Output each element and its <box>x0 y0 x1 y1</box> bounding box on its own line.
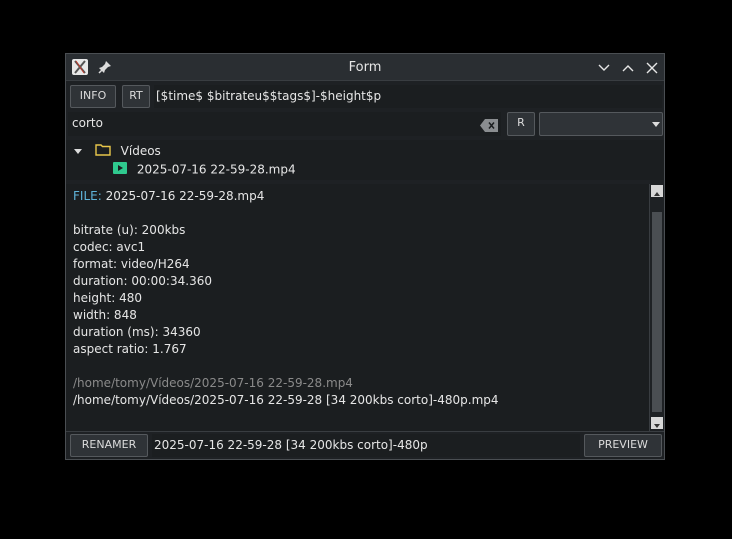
clear-search-icon[interactable] <box>480 117 498 132</box>
info-line-format: format: video/H264 <box>73 257 190 271</box>
info-line-width: width: 848 <box>73 308 137 322</box>
file-label: 2025-07-16 22-59-28.mp4 <box>136 162 296 177</box>
tree-item-file[interactable]: 2025-07-16 22-59-28.mp4 <box>113 162 296 177</box>
scroll-up-icon[interactable] <box>651 185 663 197</box>
info-panel[interactable]: FILE: 2025-07-16 22-59-28.mp4 bitrate (u… <box>66 184 649 431</box>
old-path: /home/tomy/Vídeos/2025-07-16 22-59-28.mp… <box>73 376 353 390</box>
video-file-icon <box>113 162 127 177</box>
splitter-handle[interactable] <box>357 180 377 195</box>
info-button[interactable]: INFO <box>70 85 116 108</box>
new-name-input[interactable]: 2025-07-16 22-59-28 [34 200kbs corto]-48… <box>152 434 580 457</box>
scroll-thumb[interactable] <box>652 212 662 412</box>
filter-dropdown[interactable] <box>539 112 663 136</box>
close-icon[interactable] <box>645 60 659 74</box>
tree-item-folder[interactable]: Vídeos <box>74 143 161 159</box>
folder-icon <box>95 143 111 159</box>
info-line-height: height: 480 <box>73 291 143 305</box>
scroll-down-icon[interactable] <box>651 417 663 429</box>
window-title: Form <box>348 60 382 75</box>
new-path: /home/tomy/Vídeos/2025-07-16 22-59-28 [3… <box>73 393 499 407</box>
info-line-codec: codec: avc1 <box>73 240 146 254</box>
expand-arrow-icon[interactable] <box>74 148 82 154</box>
info-line-duration: duration: 00:00:34.360 <box>73 274 212 288</box>
file-line: FILE: 2025-07-16 22-59-28.mp4 <box>73 189 264 203</box>
folder-label: Vídeos <box>120 144 161 158</box>
app-window: Form INFO RT [$time$ $bitrateu$$tags$]-$… <box>65 53 665 460</box>
minimize-icon[interactable] <box>597 60 611 74</box>
info-line-aspect-ratio: aspect ratio: 1.767 <box>73 342 187 356</box>
info-line-duration-ms: duration (ms): 34360 <box>73 325 201 339</box>
pattern-input[interactable]: [$time$ $bitrateu$$tags$]-$height$p <box>154 85 662 108</box>
renamer-button[interactable]: RENAMER <box>70 434 148 457</box>
file-value: 2025-07-16 22-59-28.mp4 <box>105 189 265 203</box>
vertical-scrollbar[interactable] <box>649 184 664 431</box>
maximize-icon[interactable] <box>621 60 635 74</box>
file-tree: Vídeos 2025-07-16 22-59-28.mp4 <box>66 140 664 180</box>
info-line-bitrate: bitrate (u): 200kbs <box>73 223 186 237</box>
rt-button[interactable]: RT <box>122 85 150 108</box>
title-bar[interactable]: Form <box>66 54 664 81</box>
file-key: FILE: <box>73 189 102 203</box>
r-button[interactable]: R <box>507 112 535 136</box>
preview-button[interactable]: PREVIEW <box>584 434 662 457</box>
chevron-down-icon <box>652 122 660 127</box>
search-input[interactable]: corto <box>68 112 501 136</box>
